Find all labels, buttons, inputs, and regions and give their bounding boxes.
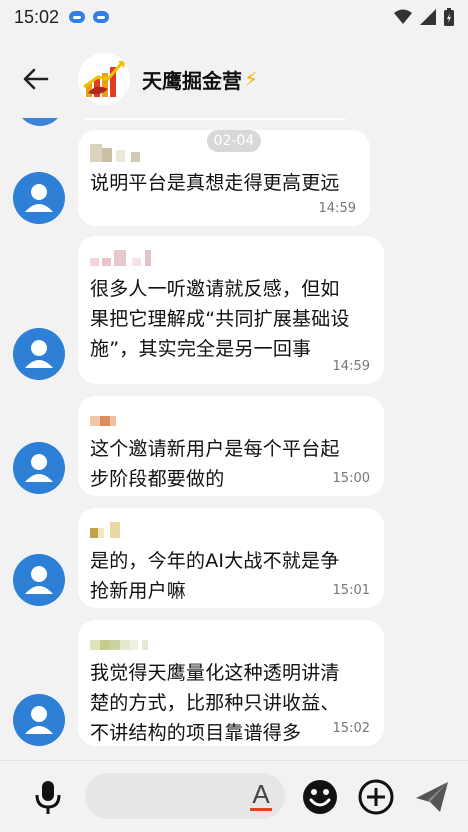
message-text: 是的，今年的AI大战不就是争 抢新用户嘛 <box>90 550 340 602</box>
send-icon <box>416 782 448 812</box>
user-avatar-icon <box>25 706 53 734</box>
app-notification-icon <box>69 11 86 23</box>
microphone-icon <box>35 781 61 814</box>
sender-name-blurred <box>90 250 370 272</box>
add-button[interactable] <box>356 777 396 817</box>
input-bar: A <box>0 760 468 832</box>
message-item: 我觉得天鹰量化这种透明讲清 楚的方式，比那种只讲收益、 不讲结构的项目靠谱得多 … <box>0 620 468 746</box>
group-title: 天鹰掘金营 <box>142 68 242 93</box>
wifi-icon <box>394 9 412 24</box>
format-underline <box>250 808 272 811</box>
message-text: 这个邀请新用户是每个平台起 步阶段都要做的 <box>90 438 340 490</box>
emoji-icon <box>303 780 337 814</box>
user-avatar-icon <box>25 454 53 482</box>
message-time: 15:00 <box>332 471 370 486</box>
group-avatar[interactable] <box>78 53 130 105</box>
message-item: 是的，今年的AI大战不就是争 抢新用户嘛 15:01 <box>0 508 468 608</box>
arrow-left-icon <box>23 68 49 90</box>
sender-name-blurred <box>90 634 370 656</box>
eagle-logo-icon <box>83 61 125 97</box>
message-item: 很多人一听邀请就反感，但如 果把它理解成“共同扩展基础设 施”，其实完全是另一回… <box>0 236 468 384</box>
sender-name-blurred <box>90 522 370 544</box>
avatar[interactable] <box>13 694 65 746</box>
text-format-icon: A <box>252 779 270 809</box>
message-time: 15:01 <box>332 583 370 598</box>
message-item: 这个邀请新用户是每个平台起 步阶段都要做的 15:00 <box>0 396 468 496</box>
message-time: 15:02 <box>332 721 370 736</box>
emoji-button[interactable] <box>300 777 340 817</box>
signal-icon <box>420 9 436 25</box>
message-text: 说明平台是真想走得更高更远 <box>90 172 340 194</box>
plus-icon <box>358 779 394 815</box>
message-bubble[interactable]: 我觉得天鹰量化这种透明讲清 楚的方式，比那种只讲收益、 不讲结构的项目靠谱得多 … <box>78 620 384 746</box>
user-avatar-icon <box>25 184 53 212</box>
message-bubble[interactable] <box>78 118 352 120</box>
status-time: 15:02 <box>14 6 60 27</box>
message-list[interactable]: 02-04 说明平台是真想走得更高更远 14:59 很多人一听邀请就反感，但如 … <box>0 118 468 760</box>
sender-name-blurred <box>90 410 370 432</box>
message-text: 很多人一听邀请就反感，但如 果把它理解成“共同扩展基础设 施”，其实完全是另一回… <box>90 278 350 360</box>
battery-icon <box>444 8 454 26</box>
chat-header: 天鹰掘金营 ⚡ <box>0 34 468 124</box>
avatar[interactable] <box>13 554 65 606</box>
user-avatar-icon <box>25 340 53 368</box>
back-button[interactable] <box>18 61 54 97</box>
avatar[interactable] <box>13 172 65 224</box>
status-bar: 15:02 <box>0 0 468 34</box>
send-button[interactable] <box>412 777 452 817</box>
avatar[interactable] <box>16 118 64 126</box>
lightning-emoji: ⚡ <box>244 67 259 91</box>
voice-button[interactable] <box>28 777 68 817</box>
message-bubble[interactable]: 这个邀请新用户是每个平台起 步阶段都要做的 15:00 <box>78 396 384 496</box>
app-notification-icon <box>93 11 110 23</box>
message-bubble[interactable]: 很多人一听邀请就反感，但如 果把它理解成“共同扩展基础设 施”，其实完全是另一回… <box>78 236 384 384</box>
avatar[interactable] <box>13 328 65 380</box>
user-avatar-icon <box>25 566 53 594</box>
message-text: 我觉得天鹰量化这种透明讲清 楚的方式，比那种只讲收益、 不讲结构的项目靠谱得多 <box>90 662 340 744</box>
avatar[interactable] <box>13 442 65 494</box>
message-bubble[interactable]: 是的，今年的AI大战不就是争 抢新用户嘛 15:01 <box>78 508 384 608</box>
date-separator: 02-04 <box>207 130 261 152</box>
message-time: 14:59 <box>332 359 370 374</box>
message-time: 14:59 <box>318 201 356 216</box>
text-format-button[interactable]: A <box>246 781 276 811</box>
